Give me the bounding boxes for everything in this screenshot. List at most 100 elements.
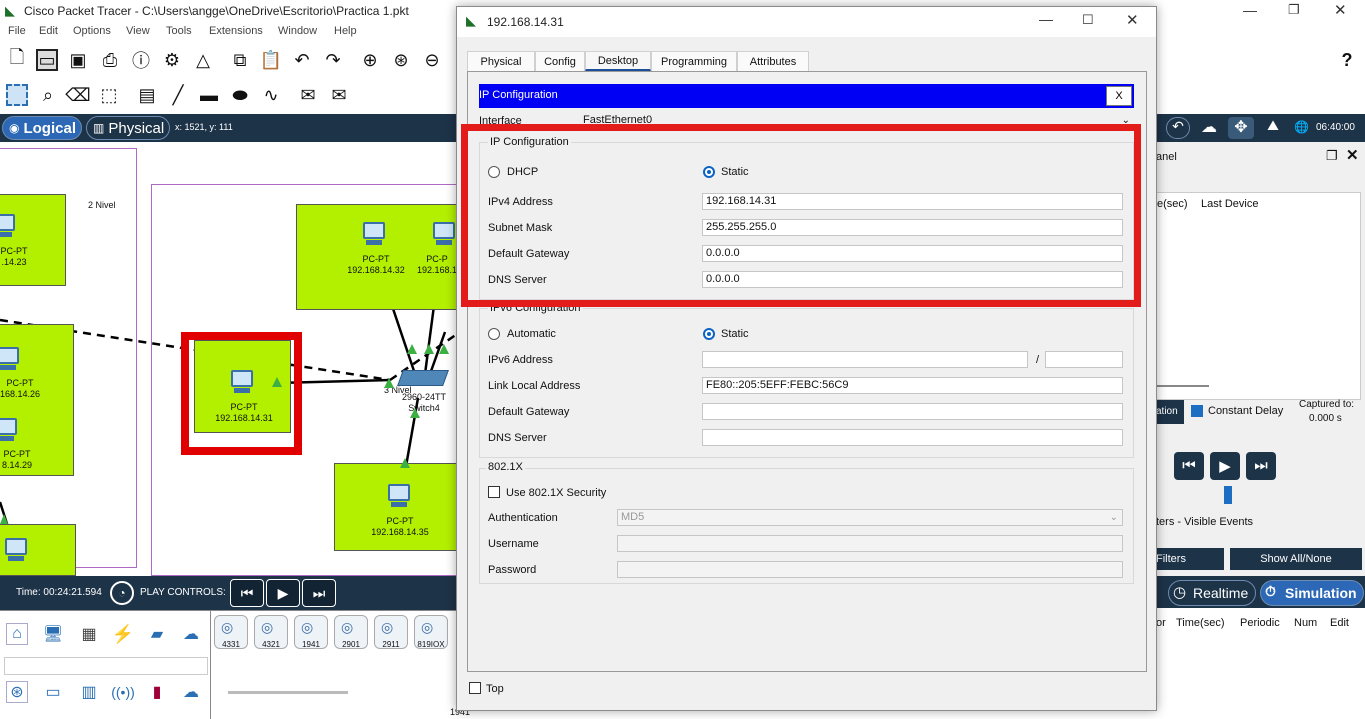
restore-icon[interactable]: ❐ (1288, 2, 1300, 18)
always-on-top-checkbox[interactable] (469, 682, 481, 694)
menu-help[interactable]: Help (334, 25, 357, 37)
event-list[interactable]: e(sec) Last Device (1156, 192, 1361, 400)
username-field[interactable] (617, 535, 1123, 552)
security-icon[interactable]: ▮ (146, 681, 168, 703)
search-icon[interactable]: ⌕ (37, 84, 59, 106)
event-scrollbar[interactable] (1157, 385, 1209, 387)
dialog-minimize-icon[interactable]: — (1039, 11, 1053, 27)
tab-attributes[interactable]: Attributes (737, 51, 809, 71)
tab-logical[interactable]: ◉ Logical (2, 116, 82, 140)
wireless-icon[interactable]: ((•)) (111, 681, 135, 703)
sim-play-icon[interactable]: ▶ (1210, 452, 1240, 480)
delete-icon[interactable]: ⌫ (65, 84, 90, 106)
router-2911[interactable]: ◎ 2911 (374, 615, 408, 649)
open-folder-icon[interactable]: ▭ (36, 49, 58, 71)
tab-programming[interactable]: Programming (651, 51, 737, 71)
ip-config-close-button[interactable]: X (1106, 86, 1132, 106)
ipv6-gateway-field[interactable] (702, 403, 1123, 420)
use-8021x-checkbox[interactable] (488, 486, 500, 498)
paste-icon[interactable]: 📋 (260, 49, 282, 71)
router-2901[interactable]: ◎ 2901 (334, 615, 368, 649)
undo-icon[interactable]: ↶ (291, 49, 313, 71)
router-4321[interactable]: ◎ 4321 (254, 615, 288, 649)
routers-icon[interactable]: ⊛ (6, 681, 28, 703)
menu-file[interactable]: File (8, 25, 26, 37)
ipv6-address-field[interactable] (702, 351, 1028, 368)
help-question-icon[interactable]: ? (1336, 49, 1358, 71)
speed-slider[interactable] (1224, 486, 1232, 504)
switches-icon[interactable]: ▭ (42, 681, 64, 703)
tab-desktop[interactable]: Desktop (585, 51, 651, 71)
minimize-icon[interactable]: — (1243, 2, 1257, 18)
router-4331[interactable]: ◎ 4331 (214, 615, 248, 649)
sim-mode-button[interactable]: ation (1156, 400, 1184, 424)
menu-edit[interactable]: Edit (39, 25, 58, 37)
link-local-field[interactable]: FE80::205:5EFF:FEBC:56C9 (702, 377, 1123, 394)
logical-workspace[interactable]: 2 Nivel PC-PT .14.23 PC-PT 168.14.26 PC-PT… (0, 142, 460, 576)
select-icon[interactable] (6, 84, 28, 106)
complex-pdu-icon[interactable]: ✉ (328, 84, 350, 106)
redo-icon[interactable]: ↷ (322, 49, 344, 71)
cloud-icon[interactable]: ☁ (1196, 117, 1222, 139)
print-icon[interactable]: ⎙ (99, 49, 121, 71)
save-icon[interactable]: ▣ (67, 49, 89, 71)
authentication-select[interactable]: MD5 ⌄ (617, 509, 1123, 526)
new-file-icon[interactable]: 🗋 (6, 47, 28, 71)
copy-icon[interactable]: ⧉ (229, 49, 251, 71)
tab-config[interactable]: Config (535, 51, 585, 71)
close-icon[interactable]: ✕ (1334, 1, 1347, 19)
back-arrow-icon[interactable]: ↶ (1166, 117, 1190, 139)
zoom-in-icon[interactable]: ⊕ (359, 49, 381, 71)
undock-icon[interactable]: ❐ (1326, 148, 1338, 164)
network-devices-icon[interactable]: ⌂ (6, 623, 28, 645)
navigation-icon[interactable]: ✥ (1228, 117, 1254, 139)
menu-options[interactable]: Options (73, 25, 111, 37)
info-icon[interactable]: ⓘ (130, 49, 152, 71)
clock-reset-icon[interactable]: ◔ (110, 581, 134, 605)
network-info-icon[interactable]: ⚙ (161, 49, 183, 71)
router-819iox[interactable]: ◎ 819IOX (414, 615, 448, 649)
constant-delay-checkbox[interactable] (1191, 405, 1203, 417)
hubs-icon[interactable]: ▥ (78, 681, 100, 703)
activity-wizard-icon[interactable]: △ (192, 49, 214, 71)
resize-icon[interactable]: ⬚ (98, 84, 120, 106)
realtime-button[interactable]: ◷ Realtime (1168, 580, 1256, 606)
draw-line-icon[interactable]: ╱ (167, 84, 189, 106)
sim-forward-icon[interactable]: ⏭ (1246, 452, 1276, 480)
dialog-close-icon[interactable]: ✕ (1126, 11, 1139, 29)
forward-icon[interactable]: ⏭ (302, 579, 336, 607)
ellipse-icon[interactable]: ⬬ (229, 84, 251, 106)
misc-icon[interactable]: ▰ (146, 623, 168, 645)
tab-physical[interactable]: Physical (467, 51, 535, 71)
end-devices-icon[interactable]: 🖥 (42, 623, 64, 645)
sim-back-icon[interactable]: ⏮ (1174, 452, 1204, 480)
show-all-button[interactable]: Show All/None (1230, 548, 1362, 570)
components-icon[interactable]: ▦ (78, 623, 100, 645)
menu-window[interactable]: Window (278, 25, 317, 37)
zoom-reset-icon[interactable]: ⊛ (390, 49, 412, 71)
multiuser-cloud-icon[interactable]: ☁ (180, 623, 202, 645)
tab-physical[interactable]: ▥ Physical (86, 116, 170, 140)
back-icon[interactable]: ⏮ (230, 579, 264, 607)
ipv6-static-radio[interactable] (703, 328, 715, 340)
edit-filters-button[interactable]: Filters (1156, 548, 1224, 570)
close-panel-icon[interactable]: ✕ (1346, 146, 1359, 164)
pdu-list[interactable]: or Time(sec) Periodic Num Edit (1156, 608, 1365, 718)
device-scrollbar[interactable] (228, 691, 348, 694)
zoom-out-icon[interactable]: ⊖ (421, 49, 443, 71)
device-search-field[interactable] (4, 657, 208, 675)
connections-icon[interactable]: ⚡ (112, 623, 134, 645)
rectangle-icon[interactable]: ▬ (198, 84, 220, 106)
router-1941[interactable]: ◎ 1941 (294, 615, 328, 649)
freeform-icon[interactable]: ∿ (260, 84, 282, 106)
simple-pdu-icon[interactable]: ✉ (297, 84, 319, 106)
menu-extensions[interactable]: Extensions (209, 25, 263, 37)
dialog-maximize-icon[interactable]: ☐ (1082, 12, 1094, 28)
note-icon[interactable]: ▤ (136, 84, 158, 106)
automatic-radio[interactable] (488, 328, 500, 340)
wan-emulation-icon[interactable]: ☁ (180, 681, 202, 703)
simulation-button[interactable]: ⏱ Simulation (1260, 580, 1364, 606)
menu-view[interactable]: View (126, 25, 150, 37)
landscape-icon[interactable]: ⛰ (1260, 117, 1286, 139)
ipv6-prefix-field[interactable] (1045, 351, 1123, 368)
